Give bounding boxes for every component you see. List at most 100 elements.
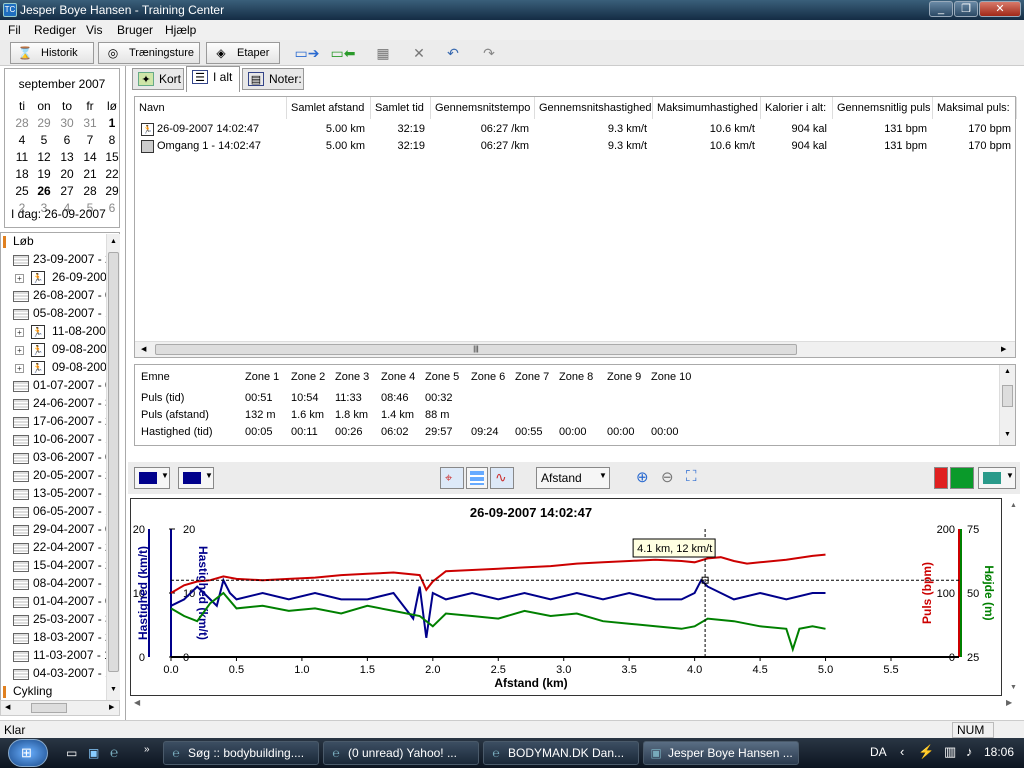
tree-item[interactable]: Løb	[1, 233, 109, 251]
tree-item[interactable]: 06-05-2007 - 1	[1, 503, 109, 521]
minimize-button[interactable]: _	[929, 1, 953, 17]
tree-item[interactable]: 17-06-2007 - 2	[1, 413, 109, 431]
column-header[interactable]: Gennemsnitshastighed	[535, 97, 653, 119]
tree-item[interactable]: 24-06-2007 - 3	[1, 395, 109, 413]
calendar-day[interactable]: 29	[33, 116, 55, 130]
hscroll-thumb[interactable]: |||	[155, 344, 797, 355]
expand-icon[interactable]: +	[15, 364, 24, 373]
zoom-out-icon[interactable]: ⊖	[661, 468, 674, 486]
calendar-day[interactable]: 30	[56, 116, 78, 130]
calendar-today[interactable]: I dag: 26-09-2007	[11, 207, 106, 221]
maximize-button[interactable]: ❐	[954, 1, 978, 17]
column-header[interactable]: Samlet tid	[371, 97, 431, 119]
zones-scrollbar[interactable]: ▲ ▼	[999, 365, 1015, 445]
tree-item[interactable]: 22-04-2007 - 2	[1, 539, 109, 557]
scroll-right-icon[interactable]: ▶	[109, 703, 114, 711]
pulse-color-button[interactable]	[934, 467, 948, 489]
calendar-day[interactable]: 1	[101, 116, 123, 130]
switch-windows-icon[interactable]: ▣	[88, 746, 99, 760]
calendar-day[interactable]: 13	[56, 150, 78, 164]
historik-button[interactable]: ⌛ Historik	[10, 42, 94, 64]
tree-item[interactable]: + 🏃 11-08-200	[1, 323, 109, 341]
calendar-day[interactable]: 20	[56, 167, 78, 181]
column-header[interactable]: Zone 8	[559, 371, 593, 383]
calendar-day[interactable]: 11	[11, 150, 33, 164]
fill-color-dropdown[interactable]: ▼	[978, 467, 1016, 489]
tree-item[interactable]: + 🏃 26-09-200	[1, 269, 109, 287]
scroll-down-icon[interactable]: ▼	[1004, 431, 1011, 438]
calendar-day[interactable]: 5	[33, 133, 55, 147]
more-icon[interactable]: »	[144, 744, 150, 755]
column-header[interactable]: Navn	[135, 97, 287, 119]
tree-scrollbar[interactable]: ▲ ▼	[106, 234, 120, 700]
send-to-device-icon[interactable]: ▭➔	[292, 45, 322, 61]
calendar-day[interactable]: 4	[11, 133, 33, 147]
scroll-down-icon[interactable]: ▼	[1010, 684, 1017, 691]
column-header[interactable]: Zone 7	[515, 371, 549, 383]
tray-chevron-icon[interactable]: ‹	[900, 744, 904, 759]
calendar-day[interactable]: 6	[56, 133, 78, 147]
column-header[interactable]: Emne	[141, 371, 170, 383]
expand-icon[interactable]: +	[15, 274, 24, 283]
tree-item[interactable]: 04-03-2007 - 1	[1, 665, 109, 683]
calendar-day[interactable]: 19	[33, 167, 55, 181]
column-header[interactable]: Zone 9	[607, 371, 641, 383]
task-3[interactable]: ℮ BODYMAN.DK Dan...	[483, 741, 639, 765]
hscroll-thumb[interactable]	[31, 703, 67, 713]
calendar-day[interactable]: 31	[79, 116, 101, 130]
column-header[interactable]: Gennemsnitlig puls	[833, 97, 933, 119]
scroll-up-icon[interactable]: ▲	[1010, 502, 1017, 509]
calendar-day[interactable]: 12	[33, 150, 55, 164]
tree-item[interactable]: 05-08-2007 - 1	[1, 305, 109, 323]
tree-item[interactable]: 11-03-2007 - 1	[1, 647, 109, 665]
cancel-icon[interactable]: ✕	[410, 45, 428, 61]
scroll-thumb[interactable]	[1002, 385, 1013, 407]
tree-item[interactable]: 01-04-2007 - 0	[1, 593, 109, 611]
column-header[interactable]: Zone 10	[651, 371, 691, 383]
undo-icon[interactable]: ↶	[444, 45, 462, 61]
zoom-in-icon[interactable]: ⊕	[636, 468, 649, 486]
tree-item[interactable]: 13-05-2007 - 1	[1, 485, 109, 503]
calendar-day[interactable]: 27	[56, 184, 78, 198]
column-header[interactable]: Zone 5	[425, 371, 459, 383]
scroll-right-icon[interactable]: ▶	[1001, 345, 1006, 353]
start-button[interactable]: ⊞	[8, 739, 48, 767]
smooth-button[interactable]: ∿	[490, 467, 514, 489]
task-4[interactable]: ▣ Jesper Boye Hansen ...	[643, 741, 799, 765]
calendar-day[interactable]: 25	[11, 184, 33, 198]
column-header[interactable]: Zone 2	[291, 371, 325, 383]
tree-item[interactable]: 29-04-2007 - 0	[1, 521, 109, 539]
clock[interactable]: 18:06	[984, 745, 1014, 759]
column-header[interactable]: Zone 1	[245, 371, 279, 383]
tree-hscrollbar[interactable]: ◀ ▶	[0, 700, 120, 716]
expand-icon[interactable]: +	[15, 346, 24, 355]
show-desktop-icon[interactable]: ▭	[66, 746, 77, 760]
crosshair-button[interactable]: ⌖	[440, 467, 464, 489]
tree-item[interactable]: 01-07-2007 - 0	[1, 377, 109, 395]
tree-item[interactable]: + 🏃 09-08-200	[1, 341, 109, 359]
column-header[interactable]: Maksimumhastighed	[653, 97, 761, 119]
scroll-left-icon[interactable]: ◀	[134, 698, 140, 707]
tab-i-alt[interactable]: ☰ I alt	[186, 66, 240, 92]
close-button[interactable]: ✕	[979, 1, 1021, 17]
traeningsture-button[interactable]: ◎ Træningsture	[98, 42, 200, 64]
tab-noter[interactable]: ▤ Noter:	[242, 68, 304, 90]
delete-icon-disabled[interactable]: ▦	[374, 45, 392, 61]
expand-icon[interactable]: +	[15, 328, 24, 337]
task-1[interactable]: ℮ Søg :: bodybuilding....	[163, 741, 319, 765]
receive-from-device-icon[interactable]: ▭⬅	[328, 45, 358, 61]
calendar-day[interactable]: 21	[79, 167, 101, 181]
calendar-day[interactable]: 26	[33, 184, 55, 198]
summary-hscrollbar[interactable]: ◀ ||| ▶	[135, 341, 1015, 357]
tree-item[interactable]: 08-04-2007 - 1	[1, 575, 109, 593]
scroll-right-icon[interactable]: ▶	[1006, 698, 1012, 707]
column-header[interactable]: Zone 6	[471, 371, 505, 383]
speed2-color-dropdown[interactable]: ▼	[178, 467, 214, 489]
calendar-day[interactable]: 28	[11, 116, 33, 130]
tree-item[interactable]: 20-05-2007 - 2	[1, 467, 109, 485]
tab-kort[interactable]: ✦ Kort	[132, 68, 184, 90]
network-icon[interactable]: ▥	[944, 744, 956, 760]
calendar-day[interactable]: 28	[79, 184, 101, 198]
menu-fil[interactable]: Fil	[8, 23, 21, 37]
tree-item[interactable]: 26-08-2007 - 0	[1, 287, 109, 305]
